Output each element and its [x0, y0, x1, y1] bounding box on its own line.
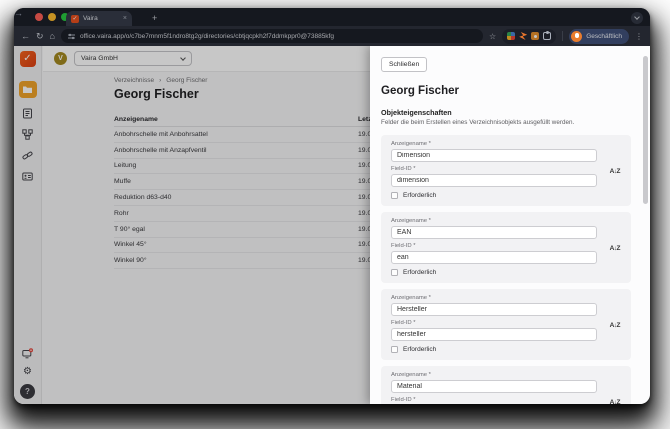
- extensions-puzzle-icon[interactable]: [543, 32, 551, 40]
- object-property-card: Anzeigename * Field-ID * Erforderlich A↓…: [381, 366, 631, 404]
- field-id-label: Field-ID *: [391, 320, 621, 326]
- sort-alphabetical-icon[interactable]: A↓Z: [610, 245, 620, 252]
- erforderlich-checkbox[interactable]: [391, 269, 398, 276]
- field-id-input[interactable]: [391, 251, 597, 264]
- anzeigename-input[interactable]: [391, 226, 597, 239]
- field-id-label: Field-ID *: [391, 397, 621, 403]
- anzeigename-input[interactable]: [391, 380, 597, 393]
- anzeigename-label: Anzeigename *: [391, 372, 621, 378]
- anzeigename-input[interactable]: [391, 303, 597, 316]
- object-property-card: Anzeigename * Field-ID * Erforderlich A↓…: [381, 289, 631, 360]
- erforderlich-label: Erforderlich: [403, 192, 436, 199]
- property-cards: Anzeigename * Field-ID * Erforderlich A↓…: [381, 135, 636, 404]
- sort-alphabetical-icon[interactable]: A↓Z: [610, 168, 620, 175]
- erforderlich-label: Erforderlich: [403, 269, 436, 276]
- field-id-input[interactable]: [391, 174, 597, 187]
- anzeigename-label: Anzeigename *: [391, 295, 621, 301]
- drawer-scrollbar[interactable]: [643, 56, 648, 204]
- close-drawer-button[interactable]: Schließen: [381, 57, 427, 72]
- app-root: ✓: [14, 46, 650, 404]
- browser-toolbar: ← → ↻ ⌂ office.vaira.app/o/c7be7mnm5f1nd…: [14, 26, 650, 46]
- erforderlich-checkbox[interactable]: [391, 192, 398, 199]
- profile-avatar: [571, 31, 582, 42]
- object-property-card: Anzeigename * Field-ID * Erforderlich A↓…: [381, 212, 631, 283]
- sort-alphabetical-icon[interactable]: A↓Z: [610, 399, 620, 404]
- browser-window: ✓ Vaira × + ← → ↻ ⌂ office.vaira.app/o/c…: [14, 8, 650, 404]
- anzeigename-label: Anzeigename *: [391, 218, 621, 224]
- properties-drawer: Schließen Georg Fischer Objekteigenschaf…: [370, 46, 650, 404]
- field-id-input[interactable]: [391, 328, 597, 341]
- field-id-label: Field-ID *: [391, 166, 621, 172]
- drawer-section-title: Objekteigenschaften: [381, 108, 636, 117]
- drawer-section-description: Felder die beim Erstellen eines Verzeich…: [381, 119, 636, 126]
- erforderlich-label: Erforderlich: [403, 346, 436, 353]
- sort-alphabetical-icon[interactable]: A↓Z: [610, 322, 620, 329]
- object-property-card: Anzeigename * Field-ID * Erforderlich A↓…: [381, 135, 631, 206]
- anzeigename-label: Anzeigename *: [391, 141, 621, 147]
- anzeigename-input[interactable]: [391, 149, 597, 162]
- erforderlich-checkbox[interactable]: [391, 346, 398, 353]
- field-id-label: Field-ID *: [391, 243, 621, 249]
- drawer-title: Georg Fischer: [381, 85, 636, 97]
